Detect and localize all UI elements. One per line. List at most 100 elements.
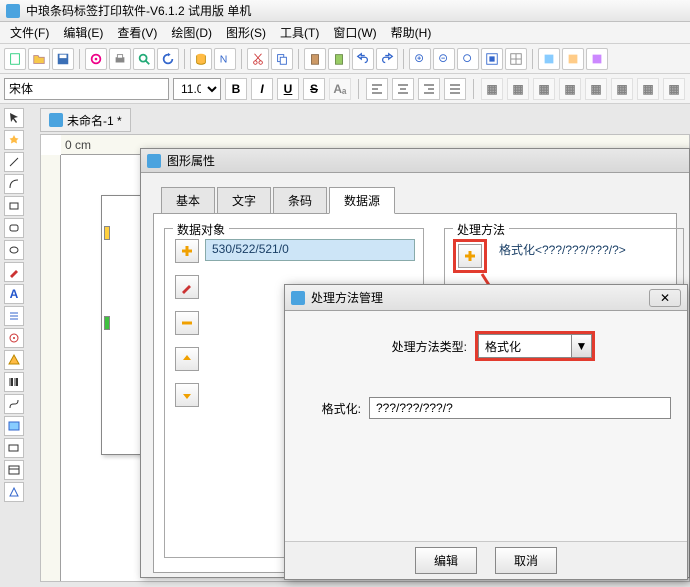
- type-combobox[interactable]: 格式化 ▼: [478, 334, 592, 358]
- fontsize-select[interactable]: 11.0: [173, 78, 221, 100]
- dialog-titlebar[interactable]: 处理方法管理 ✕: [285, 285, 687, 311]
- obj3-button[interactable]: [586, 48, 608, 70]
- brush-tool[interactable]: [4, 262, 24, 282]
- separator: [79, 49, 80, 69]
- obj2-button[interactable]: [562, 48, 584, 70]
- align-right-button[interactable]: [418, 78, 440, 100]
- group-label: 数据对象: [173, 221, 229, 238]
- save-button[interactable]: [52, 48, 74, 70]
- separator: [473, 79, 474, 99]
- fit-button[interactable]: [481, 48, 503, 70]
- font-select[interactable]: [4, 78, 169, 100]
- rect2-tool[interactable]: [4, 438, 24, 458]
- valign7-button[interactable]: ▦: [637, 78, 659, 100]
- align-left-button[interactable]: [366, 78, 388, 100]
- copy-button[interactable]: [271, 48, 293, 70]
- object-handle[interactable]: [104, 226, 110, 240]
- process-method-manage-dialog: 处理方法管理 ✕ 处理方法类型: 格式化 ▼ 格式化: 编辑 取消: [284, 284, 688, 580]
- paste-button[interactable]: [304, 48, 326, 70]
- valign3-button[interactable]: ▦: [533, 78, 555, 100]
- type-value: 格式化: [479, 338, 571, 355]
- italic-button[interactable]: I: [251, 78, 273, 100]
- pointer-tool[interactable]: [4, 108, 24, 128]
- new-button[interactable]: [4, 48, 26, 70]
- tab-basic[interactable]: 基本: [161, 187, 215, 214]
- valign1-button[interactable]: ▦: [481, 78, 503, 100]
- tab-datasource[interactable]: 数据源: [329, 187, 395, 214]
- valign2-button[interactable]: ▦: [507, 78, 529, 100]
- roundrect-tool[interactable]: [4, 218, 24, 238]
- reset-button[interactable]: [157, 48, 179, 70]
- menu-file[interactable]: 文件(F): [4, 22, 55, 43]
- dialog-titlebar[interactable]: 图形属性: [141, 149, 689, 173]
- cut-button[interactable]: [247, 48, 269, 70]
- preview-button[interactable]: [133, 48, 155, 70]
- format-label: 格式化:: [301, 400, 361, 417]
- menu-window[interactable]: 窗口(W): [327, 22, 382, 43]
- edit-button[interactable]: 编辑: [415, 547, 477, 574]
- redo-button[interactable]: [376, 48, 398, 70]
- valign6-button[interactable]: ▦: [611, 78, 633, 100]
- underline-button[interactable]: U: [277, 78, 299, 100]
- bezier-tool[interactable]: [4, 394, 24, 414]
- zoomin-button[interactable]: [409, 48, 431, 70]
- db-button[interactable]: [190, 48, 212, 70]
- zoom1-button[interactable]: [457, 48, 479, 70]
- bold-button[interactable]: B: [225, 78, 247, 100]
- settings-button[interactable]: [85, 48, 107, 70]
- grid-button[interactable]: [505, 48, 527, 70]
- rect-tool[interactable]: [4, 196, 24, 216]
- movedown-button[interactable]: [175, 383, 199, 407]
- curve-tool[interactable]: [4, 174, 24, 194]
- valign4-button[interactable]: ▦: [559, 78, 581, 100]
- object-handle[interactable]: [104, 316, 110, 330]
- print-button[interactable]: [109, 48, 131, 70]
- rect3-tool[interactable]: [4, 460, 24, 480]
- zoomout-button[interactable]: [433, 48, 455, 70]
- add-button[interactable]: [175, 239, 199, 263]
- menu-tool[interactable]: 工具(T): [274, 22, 325, 43]
- document-tab[interactable]: 未命名-1 *: [40, 108, 131, 132]
- data-object-item[interactable]: 530/522/521/0: [205, 239, 415, 261]
- menu-view[interactable]: 查看(V): [111, 22, 163, 43]
- image-tool[interactable]: [4, 416, 24, 436]
- add-method-button[interactable]: [458, 244, 482, 268]
- triangle-tool[interactable]: [4, 482, 24, 502]
- dialog-title: 处理方法管理: [311, 289, 383, 306]
- separator: [184, 49, 185, 69]
- paste2-button[interactable]: [328, 48, 350, 70]
- strike-button[interactable]: S: [303, 78, 325, 100]
- tab-barcode[interactable]: 条码: [273, 187, 327, 214]
- align-center-button[interactable]: [392, 78, 414, 100]
- format-input[interactable]: [369, 397, 671, 419]
- ellipse-tool[interactable]: [4, 240, 24, 260]
- star-tool[interactable]: [4, 130, 24, 150]
- line-tool[interactable]: [4, 152, 24, 172]
- undo-button[interactable]: [352, 48, 374, 70]
- barcode-tool[interactable]: [4, 372, 24, 392]
- tab-text[interactable]: 文字: [217, 187, 271, 214]
- close-button[interactable]: ✕: [649, 289, 681, 307]
- separator: [241, 49, 242, 69]
- target-tool[interactable]: [4, 328, 24, 348]
- list-tool[interactable]: [4, 306, 24, 326]
- seq-button[interactable]: N: [214, 48, 236, 70]
- moveup-button[interactable]: [175, 347, 199, 371]
- valign8-button[interactable]: ▦: [663, 78, 685, 100]
- menu-help[interactable]: 帮助(H): [385, 22, 438, 43]
- menu-edit[interactable]: 编辑(E): [57, 22, 109, 43]
- menu-shape[interactable]: 图形(S): [220, 22, 272, 43]
- valign5-button[interactable]: ▦: [585, 78, 607, 100]
- process-method-item[interactable]: 格式化<???/???/???/?>: [493, 239, 632, 261]
- open-button[interactable]: [28, 48, 50, 70]
- separator: [358, 79, 359, 99]
- align-just-button[interactable]: [444, 78, 466, 100]
- obj1-button[interactable]: [538, 48, 560, 70]
- menu-draw[interactable]: 绘图(D): [165, 22, 218, 43]
- small-a-button[interactable]: Aₐ: [329, 78, 351, 100]
- text-tool[interactable]: A: [4, 284, 24, 304]
- remove-button[interactable]: [175, 311, 199, 335]
- cancel-button[interactable]: 取消: [495, 547, 557, 574]
- edit-button[interactable]: [175, 275, 199, 299]
- warn-tool[interactable]: [4, 350, 24, 370]
